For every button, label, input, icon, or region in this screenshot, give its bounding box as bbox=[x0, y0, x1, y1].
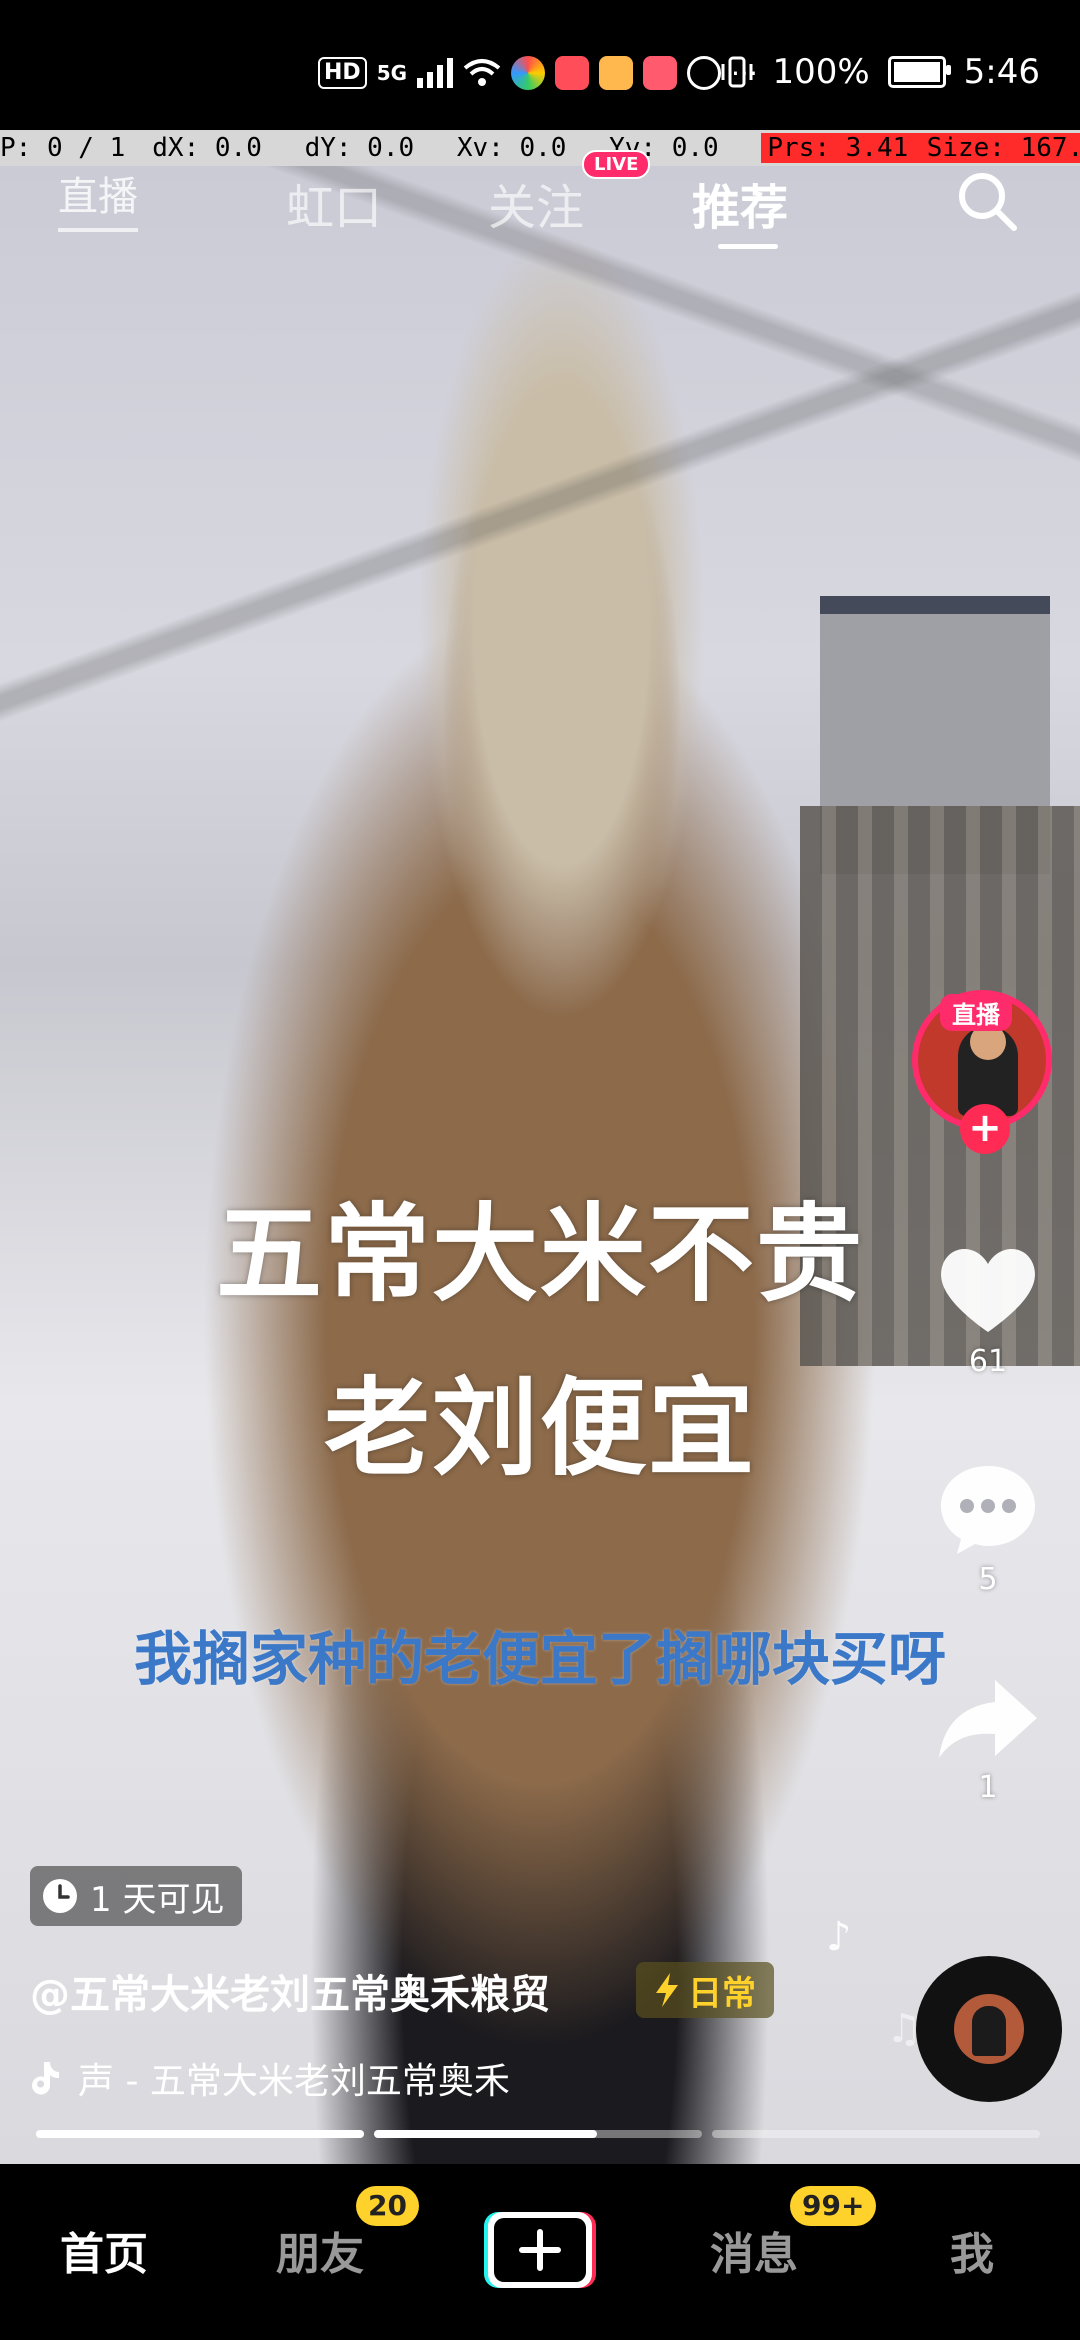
live-tag: 直播 bbox=[940, 994, 1012, 1031]
nav-friends[interactable]: 朋友 bbox=[276, 2218, 364, 2282]
bottom-navigation: 首页 朋友 20 消息 99+ 我 bbox=[0, 2164, 1080, 2340]
live-entry-button[interactable]: 直播 bbox=[58, 166, 138, 232]
tab-recommended[interactable]: 推荐 bbox=[692, 168, 788, 238]
comment-count: 5 bbox=[978, 1562, 998, 1597]
signal-bars-icon bbox=[417, 58, 454, 88]
comment-icon bbox=[941, 1466, 1035, 1554]
clock-time: 5:46 bbox=[963, 52, 1040, 92]
like-count: 61 bbox=[968, 1344, 1008, 1379]
like-button[interactable]: 61 bbox=[906, 1240, 1070, 1379]
app-notification-icon bbox=[643, 56, 678, 90]
progress-segment-2 bbox=[374, 2130, 702, 2138]
debug-dy: dY: 0.0 bbox=[304, 133, 415, 163]
app-notification-icon bbox=[599, 56, 634, 90]
pointer-location-overlay: P: 0 / 1 dX: 0.0 dY: 0.0 Xv: 0.0 Yv: 0.0… bbox=[0, 130, 1080, 166]
comment-button[interactable]: 5 bbox=[906, 1458, 1070, 1597]
battery-icon bbox=[887, 56, 951, 88]
nav-me[interactable]: 我 bbox=[950, 2218, 994, 2282]
status-right: 100% 5:46 bbox=[720, 52, 1040, 92]
share-button[interactable]: 1 bbox=[906, 1670, 1070, 1805]
lightning-icon bbox=[656, 1973, 678, 2007]
music-info[interactable]: 声 - 五常大米老刘五常奥禾 bbox=[30, 2052, 510, 2104]
topic-tag[interactable]: 日常 bbox=[636, 1962, 774, 2018]
visibility-text: 1 天可见 bbox=[90, 1879, 225, 1920]
music-disc-cover bbox=[954, 1994, 1024, 2064]
nav-messages[interactable]: 消息 bbox=[710, 2218, 798, 2282]
share-count: 1 bbox=[978, 1770, 998, 1805]
create-button[interactable] bbox=[482, 2210, 598, 2290]
music-title: 声 - 五常大米老刘五常奥禾 bbox=[78, 2061, 510, 2102]
live-badge: LIVE bbox=[582, 150, 651, 179]
hd-indicator: HD bbox=[318, 57, 367, 89]
tab-hongkou[interactable]: 虹口 bbox=[286, 168, 382, 238]
clock-icon bbox=[43, 1879, 77, 1913]
battery-percent: 100% bbox=[772, 52, 870, 92]
debug-dx: dX: 0.0 bbox=[152, 133, 262, 163]
heart-icon bbox=[941, 1249, 1035, 1332]
tab-following[interactable]: 关注 bbox=[488, 168, 584, 238]
progress-segment-1 bbox=[36, 2130, 364, 2138]
app-notification-icon bbox=[555, 56, 590, 90]
app-notification-icon bbox=[511, 56, 546, 90]
messages-badge: 99+ bbox=[790, 2186, 877, 2226]
debug-size: Size: 167.50 bbox=[920, 133, 1080, 163]
topic-tag-label: 日常 bbox=[688, 1973, 756, 2014]
debug-p: P: 0 / 1 bbox=[0, 133, 126, 163]
status-icons: HD 5G ··· bbox=[318, 56, 758, 90]
top-tab-bar: 直播 虹口 关注 LIVE 推荐 bbox=[0, 150, 1080, 276]
search-icon[interactable] bbox=[952, 166, 1022, 236]
music-note-icon: ♪ bbox=[826, 1914, 852, 1960]
tiktok-note-icon bbox=[32, 2062, 59, 2095]
vibrate-icon bbox=[721, 56, 753, 88]
wifi-icon bbox=[463, 59, 501, 86]
music-disc[interactable] bbox=[916, 1956, 1062, 2102]
video-player[interactable] bbox=[0, 166, 1080, 2164]
visibility-chip: 1 天可见 bbox=[30, 1866, 243, 1926]
friends-badge: 20 bbox=[356, 2186, 419, 2226]
author-name[interactable]: @五常大米老刘五常奥禾粮贸 bbox=[30, 1962, 550, 2020]
follow-button[interactable]: + bbox=[960, 1104, 1010, 1154]
hand-icon bbox=[687, 56, 722, 90]
progress-segment-3 bbox=[712, 2130, 1040, 2138]
nav-home[interactable]: 首页 bbox=[60, 2218, 148, 2282]
share-icon bbox=[939, 1680, 1037, 1758]
status-bar: HD 5G ··· 100% 5:46 bbox=[0, 0, 1080, 130]
signal-5g-indicator: 5G bbox=[376, 61, 408, 85]
debug-prs: Prs: 3.41 bbox=[761, 133, 921, 163]
active-tab-indicator bbox=[718, 244, 778, 249]
